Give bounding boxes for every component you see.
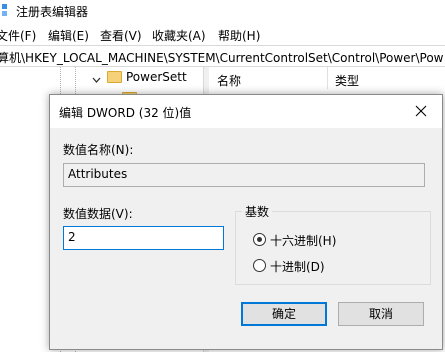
dialog-titlebar: 编辑 DWORD (32 位)值 — [50, 95, 442, 128]
menu-help[interactable]: 帮助(H) — [218, 27, 260, 44]
address-path[interactable]: 算机\HKEY_LOCAL_MACHINE\SYSTEM\CurrentCont… — [0, 49, 444, 66]
chevron-down-icon[interactable] — [92, 73, 101, 83]
window-titlebar: 注册表编辑器 — [0, 0, 445, 22]
menu-favorites[interactable]: 收藏夹(A) — [152, 27, 206, 44]
column-divider[interactable] — [327, 67, 328, 89]
edit-dword-dialog: 编辑 DWORD (32 位)值 数值名称(N): Attributes 数值数… — [49, 94, 443, 350]
menu-file[interactable]: 文件(F) — [0, 27, 36, 44]
folder-icon — [107, 71, 122, 83]
tree-item-label: PowerSett — [126, 70, 187, 84]
close-icon — [415, 105, 427, 117]
ok-button[interactable]: 确定 — [241, 302, 327, 326]
radio-button-selected[interactable] — [253, 233, 266, 246]
address-bar[interactable]: 算机\HKEY_LOCAL_MACHINE\SYSTEM\CurrentCont… — [0, 45, 445, 67]
dialog-title: 编辑 DWORD (32 位)值 — [59, 106, 192, 120]
column-header-name[interactable]: 名称 — [217, 72, 241, 94]
menu-edit[interactable]: 编辑(E) — [48, 27, 89, 44]
registry-editor-icon — [0, 3, 8, 17]
menu-bar: 文件(F) 编辑(E) 查看(V) 收藏夹(A) 帮助(H) — [0, 24, 445, 44]
radio-decimal[interactable]: 十进制(D) — [253, 258, 373, 274]
menu-view[interactable]: 查看(V) — [100, 27, 142, 44]
column-header-type[interactable]: 类型 — [335, 72, 359, 94]
cancel-button[interactable]: 取消 — [338, 302, 424, 326]
value-name-field[interactable]: Attributes — [63, 163, 425, 187]
value-data-field[interactable]: 2 — [63, 226, 224, 250]
radio-hex-label: 十六进制(H) — [270, 234, 337, 248]
radio-hexadecimal[interactable]: 十六进制(H) — [253, 232, 373, 248]
value-data-label: 数值数据(V): — [63, 207, 133, 221]
close-button[interactable] — [400, 95, 442, 128]
radio-dec-label: 十进制(D) — [270, 260, 325, 274]
window-title: 注册表编辑器 — [16, 5, 89, 19]
value-name-label: 数值名称(N): — [63, 143, 134, 157]
radio-button[interactable] — [253, 259, 266, 272]
base-group-title: 基数 — [242, 203, 273, 220]
